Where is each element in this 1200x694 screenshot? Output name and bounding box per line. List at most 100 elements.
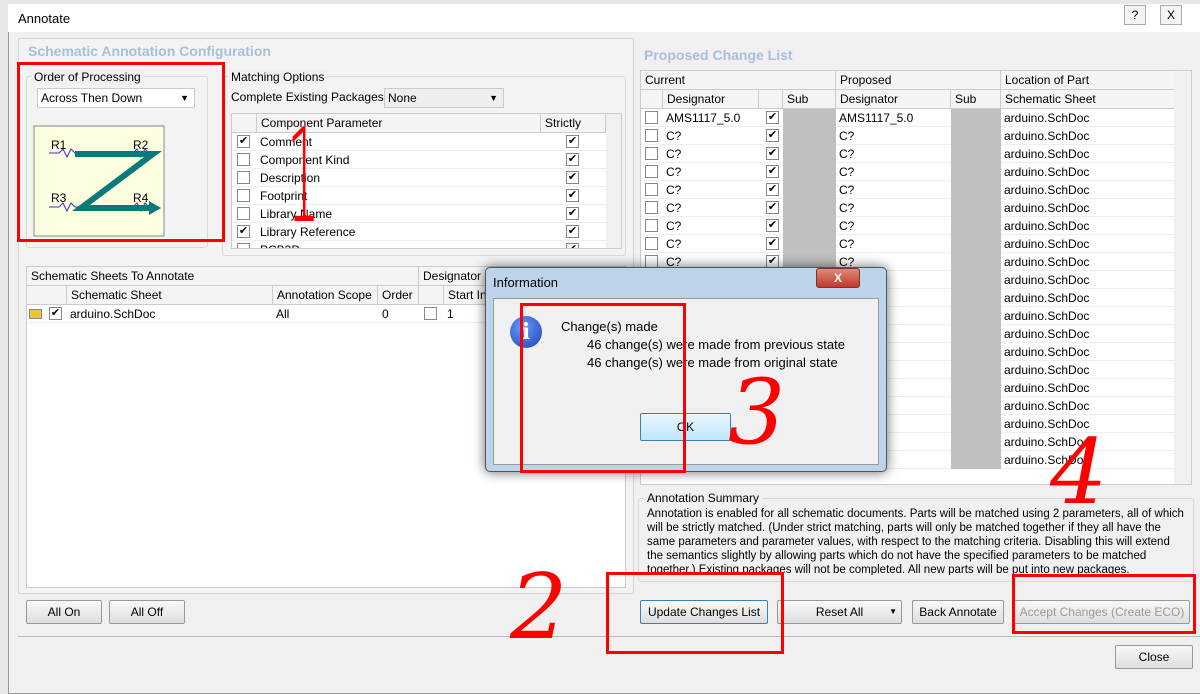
column-current-designator[interactable]: Designator: [663, 90, 759, 109]
annotation-mark-3: 3: [728, 360, 786, 465]
help-button[interactable]: ?: [1124, 5, 1146, 25]
start-index-checkbox[interactable]: [424, 307, 437, 320]
proposed-sub: [951, 199, 1001, 217]
close-button[interactable]: Close: [1115, 645, 1193, 669]
current-sub: [783, 127, 836, 145]
proposed-sub: [951, 271, 1001, 289]
group-location: Location of Part: [1001, 71, 1175, 90]
chevron-down-icon: ▼: [489, 93, 498, 103]
locked-checkbox[interactable]: ✔: [766, 237, 779, 250]
column-schematic-sheet[interactable]: Schematic Sheet: [1001, 90, 1175, 109]
change-checkbox[interactable]: [645, 201, 658, 214]
parameter-checkbox[interactable]: ✔: [237, 135, 250, 148]
strictly-checkbox[interactable]: ✔: [566, 189, 579, 202]
current-designator: AMS1117_5.0: [666, 111, 741, 125]
proposed-sub: [951, 145, 1001, 163]
column-annotation-scope[interactable]: Annotation Scope: [273, 286, 378, 305]
proposed-sub: [951, 397, 1001, 415]
proposed-designator: C?: [839, 129, 855, 143]
change-checkbox[interactable]: [645, 111, 658, 124]
parameter-checkbox[interactable]: [237, 153, 250, 166]
change-checkbox[interactable]: [645, 129, 658, 142]
schematic-sheet: arduino.SchDoc: [1004, 399, 1090, 413]
sheet-start-index[interactable]: 1: [444, 305, 454, 323]
proposed-sub: [951, 307, 1001, 325]
current-sub: [783, 181, 836, 199]
locked-checkbox[interactable]: ✔: [766, 219, 779, 232]
annotation-box-3: [520, 303, 686, 473]
strictly-checkbox[interactable]: ✔: [566, 153, 579, 166]
current-designator: C?: [666, 129, 682, 143]
all-on-button[interactable]: All On: [26, 600, 102, 624]
schematic-sheet: arduino.SchDoc: [1004, 147, 1090, 161]
change-row[interactable]: C? ✔ C? arduino.SchDoc: [641, 235, 1191, 253]
schematic-sheet: arduino.SchDoc: [1004, 183, 1090, 197]
changes-scrollbar[interactable]: [1174, 71, 1191, 484]
change-row[interactable]: C? ✔ C? arduino.SchDoc: [641, 127, 1191, 145]
proposed-designator: C?: [839, 183, 855, 197]
proposed-sub: [951, 433, 1001, 451]
change-checkbox[interactable]: [645, 237, 658, 250]
all-off-button[interactable]: All Off: [109, 600, 185, 624]
column-schematic-sheet[interactable]: Schematic Sheet: [67, 286, 273, 305]
parameter-checkbox[interactable]: [237, 171, 250, 184]
parameter-checkbox[interactable]: [237, 207, 250, 220]
dialog-close-button[interactable]: X: [816, 268, 860, 288]
parameter-checkbox[interactable]: ✔: [237, 225, 250, 238]
column-current-sub[interactable]: Sub: [783, 90, 836, 109]
schematic-sheet: arduino.SchDoc: [1004, 327, 1090, 341]
proposed-designator: AMS1117_5.0: [839, 111, 914, 125]
column-proposed-designator[interactable]: Designator: [836, 90, 951, 109]
change-checkbox[interactable]: [645, 219, 658, 232]
sheet-scope[interactable]: All: [273, 305, 289, 323]
current-designator: C?: [666, 147, 682, 161]
current-sub: [783, 109, 836, 127]
locked-checkbox[interactable]: ✔: [766, 183, 779, 196]
proposed-sub: [951, 343, 1001, 361]
strictly-checkbox[interactable]: ✔: [566, 171, 579, 184]
chevron-down-icon: ▼: [889, 607, 897, 616]
proposed-sub: [951, 451, 1001, 469]
change-checkbox[interactable]: [645, 147, 658, 160]
schematic-sheet: arduino.SchDoc: [1004, 345, 1090, 359]
scrollbar[interactable]: [606, 114, 621, 248]
packages-select[interactable]: None ▼: [384, 88, 504, 108]
proposed-sub: [951, 253, 1001, 271]
column-proposed-sub[interactable]: Sub: [951, 90, 1001, 109]
sheets-label: Schematic Sheets To Annotate: [27, 267, 419, 286]
config-header: Schematic Annotation Configuration: [28, 43, 271, 59]
locked-checkbox[interactable]: ✔: [766, 129, 779, 142]
column-strictly[interactable]: Strictly: [541, 114, 606, 133]
current-designator: C?: [666, 165, 682, 179]
change-row[interactable]: C? ✔ C? arduino.SchDoc: [641, 199, 1191, 217]
change-row[interactable]: C? ✔ C? arduino.SchDoc: [641, 163, 1191, 181]
schematic-sheet: arduino.SchDoc: [1004, 363, 1090, 377]
parameter-checkbox[interactable]: [237, 243, 250, 248]
locked-checkbox[interactable]: ✔: [766, 165, 779, 178]
column-order[interactable]: Order: [378, 286, 419, 305]
change-checkbox[interactable]: [645, 183, 658, 196]
change-checkbox[interactable]: [645, 165, 658, 178]
strictly-checkbox[interactable]: ✔: [566, 225, 579, 238]
window-close-button[interactable]: X: [1160, 5, 1182, 25]
change-row[interactable]: AMS1117_5.0 ✔ AMS1117_5.0 arduino.SchDoc: [641, 109, 1191, 127]
reset-all-button[interactable]: Reset All ▼: [777, 600, 902, 624]
sheet-name: arduino.SchDoc: [70, 307, 156, 321]
locked-checkbox[interactable]: ✔: [766, 201, 779, 214]
summary-label: Annotation Summary: [644, 491, 763, 505]
current-sub: [783, 145, 836, 163]
change-row[interactable]: C? ✔ C? arduino.SchDoc: [641, 217, 1191, 235]
document-icon: [29, 309, 42, 319]
annotation-mark-4: 4: [1050, 420, 1108, 525]
change-row[interactable]: C? ✔ C? arduino.SchDoc: [641, 145, 1191, 163]
change-row[interactable]: C? ✔ C? arduino.SchDoc: [641, 181, 1191, 199]
back-annotate-button[interactable]: Back Annotate: [912, 600, 1004, 624]
locked-checkbox[interactable]: ✔: [766, 111, 779, 124]
parameter-checkbox[interactable]: [237, 189, 250, 202]
locked-checkbox[interactable]: ✔: [766, 147, 779, 160]
strictly-checkbox[interactable]: ✔: [566, 207, 579, 220]
strictly-checkbox[interactable]: ✔: [566, 243, 579, 248]
proposed-designator: C?: [839, 237, 855, 251]
sheet-checkbox[interactable]: ✔: [49, 307, 62, 320]
strictly-checkbox[interactable]: ✔: [566, 135, 579, 148]
